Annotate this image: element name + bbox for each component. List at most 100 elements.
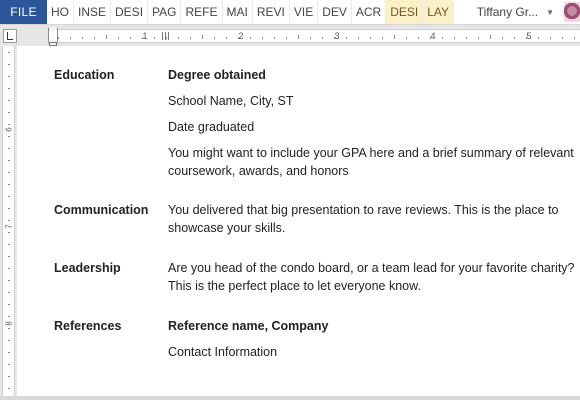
ruler-tick [250, 37, 251, 39]
vruler-tick [8, 136, 10, 137]
date-line: Date graduated [168, 120, 255, 134]
ruler-tick [574, 37, 575, 39]
page-bottom-edge [0, 396, 580, 400]
ruler-tick [286, 37, 287, 39]
section-heading-communication: Communication [54, 203, 149, 217]
leadership-line-2: This is the perfect place to let everyon… [168, 279, 421, 293]
ruler-number: 2 [238, 31, 244, 41]
vruler-tick [8, 256, 10, 257]
ruler-tick [418, 37, 419, 39]
ruler-tick [502, 37, 503, 39]
vruler-tick [8, 244, 10, 245]
indent-marker-icon[interactable] [48, 27, 58, 47]
ruler-tick [226, 37, 227, 39]
vruler-tick [8, 304, 10, 305]
degree-line: Degree obtained [168, 68, 266, 82]
contact-line: Contact Information [168, 345, 278, 359]
tab-references[interactable]: REFE [181, 0, 223, 24]
vertical-ruler[interactable]: 6 7 8 [2, 46, 15, 400]
ruler-number: 4 [430, 31, 436, 41]
vruler-tick [8, 292, 10, 293]
tab-home[interactable]: HO [47, 0, 74, 24]
vruler-tick [8, 100, 10, 101]
ruler-tick [262, 37, 263, 39]
ruler-tick [214, 37, 215, 39]
vruler-tick [8, 388, 10, 389]
vruler-tick [8, 172, 10, 173]
education-summary-line-2: coursework, awards, and honors [168, 164, 349, 178]
column-marker-icon[interactable] [162, 32, 170, 40]
tab-acrobat[interactable]: ACR [352, 0, 387, 24]
section-heading-education: Education [54, 68, 115, 82]
tab-design[interactable]: DESI [111, 0, 149, 24]
ruler-tick [550, 37, 551, 39]
ruler-tick [94, 37, 95, 39]
ruler-tick [406, 37, 407, 39]
tab-view[interactable]: VIE [290, 0, 319, 24]
ruler-tick [118, 37, 119, 39]
vruler-tick [8, 52, 10, 53]
ruler-tick [514, 37, 515, 39]
vruler-tick [8, 352, 10, 353]
ruler-number: 1 [142, 31, 148, 41]
tab-file[interactable]: FILE [0, 0, 47, 24]
ruler-tick [346, 37, 347, 39]
ruler-tick [190, 37, 191, 39]
ruler-tick [82, 37, 83, 39]
ruler-tick [70, 37, 71, 39]
vruler-tick [8, 280, 10, 281]
user-name: Tiffany Gr... [476, 5, 539, 19]
communication-line-2: showcase your skills. [168, 221, 286, 235]
vruler-tick [8, 268, 10, 269]
ruler-tick [490, 35, 491, 39]
vruler-number: 6 [4, 127, 14, 132]
avatar [564, 2, 580, 22]
vruler-tick [8, 208, 10, 209]
vruler-tick [8, 196, 10, 197]
vruler-tick [8, 148, 10, 149]
school-line: School Name, City, ST [168, 94, 294, 108]
tab-page-layout[interactable]: PAG [148, 0, 182, 24]
section-heading-leadership: Leadership [54, 261, 121, 275]
vruler-number: 7 [4, 224, 14, 229]
education-summary-line-1: You might want to include your GPA here … [168, 146, 574, 160]
ruler-tick [382, 37, 383, 39]
horizontal-ruler[interactable]: 1 2 3 4 5 [49, 29, 580, 43]
ruler-tick [58, 37, 59, 39]
tab-insert[interactable]: INSE [74, 0, 112, 24]
ruler-tick [154, 37, 155, 39]
ruler-tick [370, 37, 371, 39]
ruler-number: 3 [334, 31, 340, 41]
vruler-tick [8, 340, 10, 341]
vruler-tick [8, 112, 10, 113]
ruler-tick [298, 35, 299, 39]
communication-line-1: You delivered that big presentation to r… [168, 203, 559, 217]
ruler-tick [538, 37, 539, 39]
vruler-number: 8 [4, 321, 14, 326]
tab-developer[interactable]: DEV [318, 0, 352, 24]
ruler-tick [394, 35, 395, 39]
ruler-tick [274, 37, 275, 39]
tab-selector-icon[interactable] [3, 29, 17, 43]
tab-table-layout[interactable]: LAY [423, 0, 455, 24]
user-account[interactable]: Tiffany Gr... ▼ [463, 0, 580, 24]
document-page[interactable]: Education Degree obtained School Name, C… [17, 46, 580, 400]
section-heading-references: References [54, 319, 122, 333]
ruler-tick [322, 37, 323, 39]
reference-name-line: Reference name, Company [168, 319, 329, 333]
ruler-tick [358, 37, 359, 39]
vruler-tick [8, 376, 10, 377]
leadership-line-1: Are you head of the condo board, or a te… [168, 261, 575, 275]
tab-review[interactable]: REVI [253, 0, 290, 24]
ruler-tick [202, 35, 203, 39]
tab-table-design[interactable]: DESI [386, 0, 424, 24]
vruler-tick [8, 64, 10, 65]
ruler-tick [106, 35, 107, 39]
tab-mailings[interactable]: MAI [223, 0, 253, 24]
horizontal-ruler-row: 1 2 3 4 5 [0, 26, 580, 46]
ruler-tick [562, 37, 563, 39]
ruler-tick [442, 37, 443, 39]
ruler-tick [478, 37, 479, 39]
vruler-tick [8, 76, 10, 77]
vruler-tick [8, 364, 10, 365]
